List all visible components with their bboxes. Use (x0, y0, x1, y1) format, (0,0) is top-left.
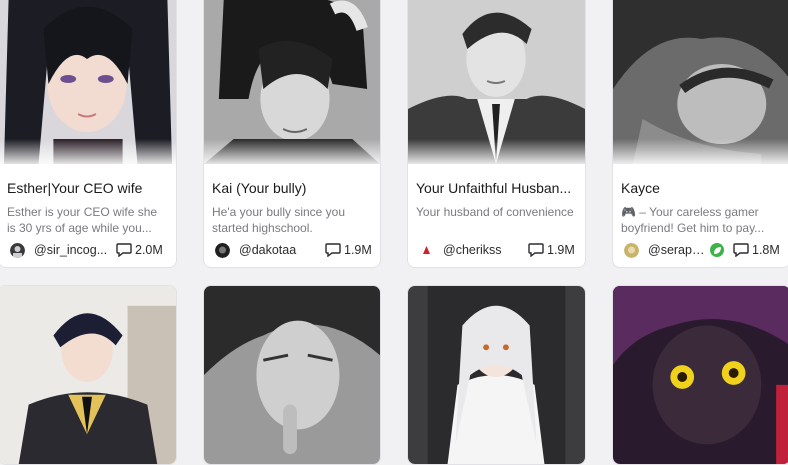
image-fade (204, 139, 380, 169)
character-card[interactable] (612, 285, 788, 465)
character-image (408, 286, 585, 464)
character-card[interactable]: Esther|Your CEO wife Esther is your CEO … (0, 0, 177, 268)
character-card[interactable] (0, 285, 177, 465)
author-handle[interactable]: @dakotaa (239, 243, 314, 257)
character-card[interactable]: Kayce 🎮 – Your careless gamer boyfriend!… (612, 0, 788, 268)
character-image (0, 286, 176, 464)
author-handle[interactable]: @sir_incog... (34, 243, 109, 257)
chat-count: 2.0M (116, 243, 163, 257)
character-image (613, 286, 788, 464)
leaf-badge-icon (710, 243, 724, 257)
card-description: He'a your bully since you started highsc… (212, 205, 346, 235)
author-avatar[interactable] (419, 243, 434, 258)
card-description: Your husband of convenience (416, 205, 574, 219)
character-card[interactable] (203, 285, 381, 465)
author-avatar[interactable] (215, 243, 230, 258)
chat-count-value: 1.9M (547, 243, 575, 257)
card-title: Your Unfaithful Husban... (416, 180, 572, 196)
card-title: Esther|Your CEO wife (7, 180, 143, 196)
card-description: Esther is your CEO wife she is 30 yrs of… (7, 205, 158, 235)
chat-bubble-icon (325, 243, 341, 257)
author-handle[interactable]: @cherikss (443, 243, 518, 257)
chat-count-value: 2.0M (135, 243, 163, 257)
image-fade (613, 139, 788, 169)
chat-bubble-icon (528, 243, 544, 257)
card-title: Kayce (621, 180, 660, 196)
character-image (204, 286, 380, 464)
card-meta: @seraph... 1.8M (621, 242, 782, 260)
image-fade (408, 139, 585, 169)
chat-count: 1.9M (325, 243, 372, 257)
chat-count: 1.8M (733, 243, 780, 257)
card-meta: @dakotaa 1.9M (212, 242, 372, 260)
card-title: Kai (Your bully) (212, 180, 307, 196)
card-description: 🎮 – Your careless gamer boyfriend! Get h… (621, 205, 765, 235)
image-fade (0, 139, 176, 169)
author-handle[interactable]: @seraph... (648, 243, 706, 257)
chat-count: 1.9M (528, 243, 575, 257)
chat-bubble-icon (116, 243, 132, 257)
card-meta: @cherikss 1.9M (416, 242, 577, 260)
chat-bubble-icon (733, 243, 749, 257)
author-avatar[interactable] (10, 243, 25, 258)
author-avatar[interactable] (624, 243, 639, 258)
card-meta: @sir_incog... 2.0M (7, 242, 168, 260)
character-card[interactable]: Kai (Your bully) He'a your bully since y… (203, 0, 381, 268)
chat-count-value: 1.9M (344, 243, 372, 257)
character-card[interactable] (407, 285, 586, 465)
character-card[interactable]: Your Unfaithful Husban... Your husband o… (407, 0, 586, 268)
chat-count-value: 1.8M (752, 243, 780, 257)
